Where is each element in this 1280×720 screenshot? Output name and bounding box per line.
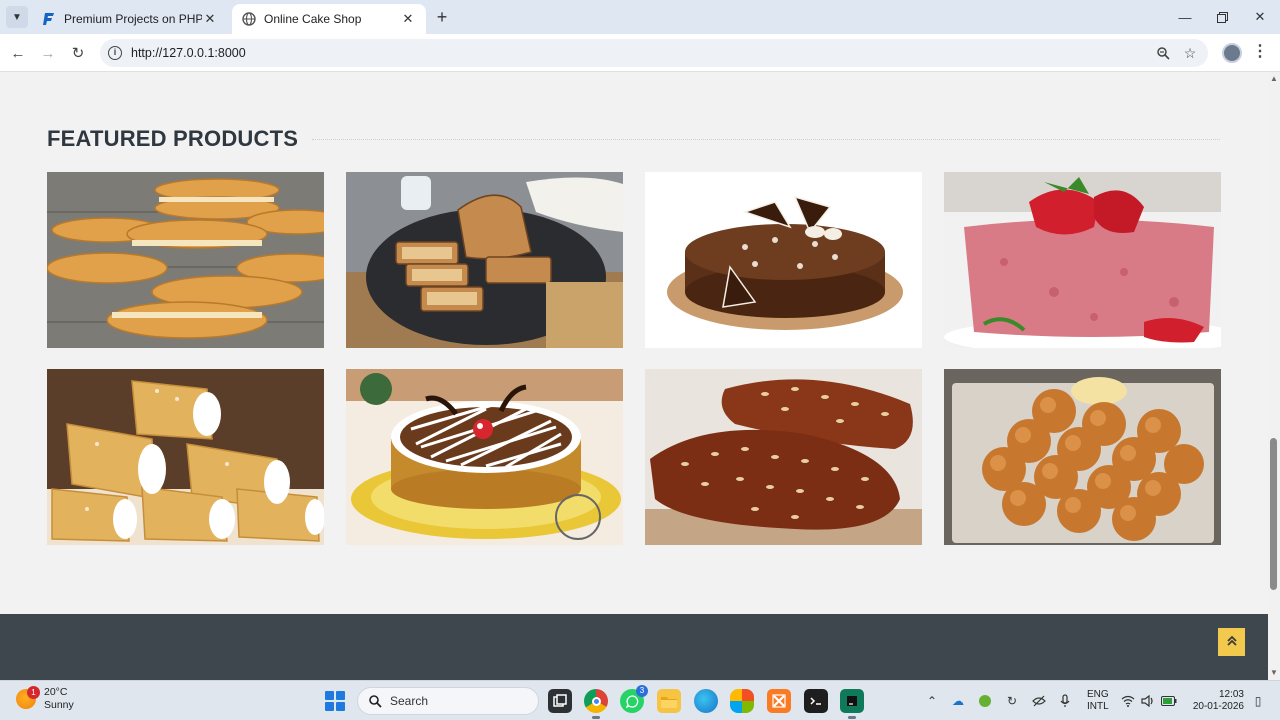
chrome-icon[interactable] [584, 689, 608, 719]
notification-bell-icon[interactable]: ▯ [1250, 693, 1266, 709]
product-card-cream-rolls[interactable] [47, 369, 324, 545]
forward-arrow-icon[interactable]: → [37, 42, 59, 64]
close-tab-icon[interactable]: ✕ [202, 11, 218, 27]
weather-temp: 20°C [44, 686, 68, 698]
tab-title: Premium Projects on PHP, Java [64, 12, 202, 26]
weather-condition: Sunny [44, 699, 74, 711]
whatsapp-icon[interactable]: 3 [620, 685, 648, 713]
eye-off-icon[interactable] [1031, 693, 1047, 709]
cream-rolls-image [47, 369, 324, 545]
close-tab-icon[interactable]: ✕ [400, 11, 416, 27]
whatsapp-badge: 3 [636, 685, 648, 697]
product-grid [47, 172, 1221, 545]
page-viewport: FEATURED PRODUCTS [0, 72, 1268, 680]
volume-icon[interactable] [1140, 693, 1156, 709]
tab-online-cake-shop[interactable]: Online Cake Shop ✕ [232, 4, 426, 34]
sun-icon: 1 [16, 686, 40, 709]
onedrive-cloud-icon[interactable]: ☁ [950, 693, 966, 709]
language-code: ENG [1087, 689, 1109, 700]
bookmark-star-icon[interactable]: ☆ [1182, 45, 1198, 61]
url-text[interactable]: http://127.0.0.1:8000 [131, 46, 246, 60]
taskbar-search[interactable]: Search [357, 687, 539, 715]
browser-tab-bar: ▼ Premium Projects on PHP, Java ✕ Online… [0, 0, 1280, 34]
cream-biscuits-image [47, 172, 324, 348]
product-card-chocolate-decor-cake[interactable] [645, 172, 922, 348]
close-window-icon[interactable]: ✕ [1245, 6, 1275, 28]
scroll-up-icon[interactable]: ▲ [1270, 74, 1278, 83]
section-title: FEATURED PRODUCTS [47, 126, 299, 151]
reload-icon[interactable]: ↻ [67, 42, 89, 64]
tab-search-chevron-icon[interactable]: ▼ [6, 6, 28, 28]
browser-menu-icon[interactable]: ⋮ [1252, 43, 1268, 63]
profile-avatar[interactable] [1222, 43, 1242, 63]
scroll-down-icon[interactable]: ▼ [1270, 668, 1278, 677]
back-to-top-button[interactable] [1218, 628, 1245, 656]
notification-badge: 1 [27, 686, 40, 699]
restore-icon[interactable] [1207, 6, 1237, 28]
strawberry-sponge-image [944, 172, 1221, 348]
page-scrollbar[interactable]: ▲ ▼ [1268, 72, 1280, 680]
double-chevron-up-icon [1226, 635, 1237, 649]
edge-icon[interactable] [694, 689, 718, 713]
minimize-icon[interactable]: — [1170, 6, 1200, 28]
browser-toolbar: ← → ↻ i http://127.0.0.1:8000 ☆ ⋮ [0, 34, 1280, 72]
site-footer [0, 614, 1268, 680]
zoom-icon[interactable] [1155, 45, 1171, 61]
refresh-tray-icon[interactable]: ↻ [1004, 693, 1020, 709]
chocolate-decor-cake-image [645, 172, 922, 348]
windows-start-icon[interactable] [325, 691, 345, 711]
site-favicon-icon [42, 12, 56, 26]
product-card-strawberry-sponge-cake[interactable] [944, 172, 1221, 348]
system-clock[interactable]: 12:03 20-01-2026 [1190, 689, 1244, 713]
battery-icon[interactable] [1161, 693, 1177, 709]
oat-bread-image [645, 369, 922, 545]
file-explorer-icon[interactable] [657, 689, 681, 713]
language-indicator[interactable]: ENG INTL [1087, 689, 1109, 713]
back-arrow-icon[interactable]: ← [7, 42, 29, 64]
product-card-oat-topped-bread[interactable] [645, 369, 922, 545]
new-tab-button[interactable]: + [432, 8, 452, 28]
tab-title: Online Cake Shop [264, 12, 362, 26]
search-icon [368, 694, 382, 708]
windows-taskbar: 1 20°C Sunny Search 3 ⌃ ☁ ↻ ENG INTL 12:… [0, 680, 1280, 720]
featured-products-header: FEATURED PRODUCTS [47, 126, 1220, 152]
black-forest-cake-image [346, 369, 623, 545]
dinner-rolls-image [944, 369, 1221, 545]
task-view-icon[interactable] [548, 689, 572, 713]
address-bar[interactable]: i http://127.0.0.1:8000 ☆ [100, 39, 1208, 67]
xampp-icon[interactable] [767, 689, 791, 713]
terminal-icon[interactable] [804, 689, 828, 713]
tab-premium-projects[interactable]: Premium Projects on PHP, Java ✕ [32, 4, 228, 34]
globe-icon [242, 12, 256, 26]
keyboard-layout: INTL [1087, 701, 1109, 712]
search-label: Search [390, 694, 429, 708]
clock-date: 20-01-2026 [1192, 701, 1244, 712]
weather-widget[interactable]: 1 20°C Sunny [16, 686, 74, 712]
product-card-dinner-rolls[interactable] [944, 369, 1221, 545]
pycharm-icon[interactable] [840, 689, 864, 719]
chevron-up-icon[interactable]: ⌃ [924, 693, 940, 709]
clock-time: 12:03 [1218, 689, 1244, 700]
wifi-icon[interactable] [1120, 693, 1136, 709]
copilot-icon[interactable] [730, 689, 754, 713]
sync-app-icon[interactable] [977, 693, 993, 709]
site-info-icon[interactable]: i [108, 46, 122, 60]
product-card-sliced-banana-bread[interactable] [346, 172, 623, 348]
product-card-cream-biscuits[interactable] [47, 172, 324, 348]
microphone-icon[interactable] [1057, 693, 1073, 709]
section-divider [312, 138, 1220, 140]
scroll-thumb[interactable] [1270, 438, 1277, 590]
banana-bread-image [346, 172, 623, 348]
product-card-black-forest-cake[interactable] [346, 369, 623, 545]
